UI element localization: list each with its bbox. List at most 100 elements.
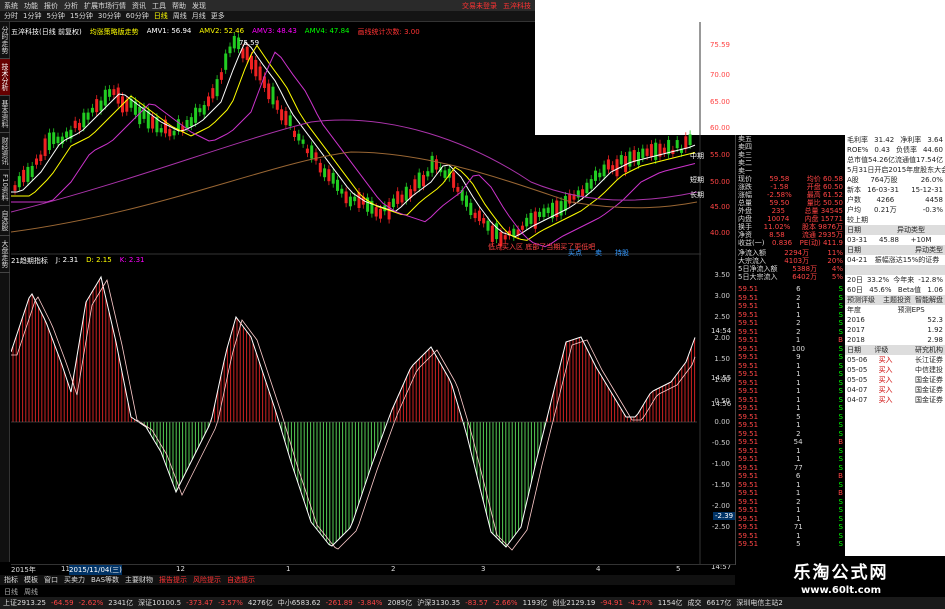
tick-volume: 1 — [796, 387, 801, 395]
time-label: 3 — [481, 565, 486, 573]
indicator-tick: 2.00 — [714, 334, 730, 342]
info-section-head[interactable]: 日期 异动类型 — [845, 225, 945, 235]
menu-item[interactable]: 功能 — [24, 1, 38, 11]
info-row: 新本 16-03-31 15-12-31 — [845, 185, 945, 195]
info-row: 5月31日开启2015年度股东大会 — [845, 165, 945, 175]
period-button[interactable]: 15分钟 — [70, 11, 93, 21]
status-item: -2.66% — [492, 599, 518, 607]
side-tab[interactable]: 大盘走势 — [0, 236, 10, 273]
period-toolbar: 分时 1分钟 5分钟 15分钟 30分钟 60分钟 日线 周线 月线 更多 — [0, 11, 535, 22]
tick-price: 59.51 — [738, 353, 759, 361]
candle-body — [477, 210, 481, 222]
candle-body — [404, 186, 408, 201]
info-section-head[interactable]: 预测评级 主题投资 智能解盘 — [845, 295, 945, 305]
kline-chart[interactable] — [11, 22, 701, 564]
info-head-cell: 主题投资 — [883, 296, 911, 304]
menu-item[interactable]: 扩展市场行情 — [84, 1, 126, 11]
quote-row: 涨幅 -2.58% 最高 61.52 — [736, 191, 845, 199]
price-tick: 40.00 — [709, 229, 730, 237]
info-cell: 振幅涨达15%的证券 — [874, 256, 940, 264]
period-button[interactable]: 1分钟 — [23, 11, 41, 21]
chart-subtitle: 均涨策略版走势 — [89, 28, 139, 36]
period-button[interactable]: 更多 — [211, 11, 225, 21]
bottom-tab[interactable]: 窗口 — [44, 575, 58, 585]
bottom-tab-alert[interactable]: 自选提示 — [227, 575, 255, 585]
candle-body — [305, 148, 309, 154]
bottom-tab[interactable]: 模板 — [24, 575, 38, 585]
info-section-head[interactable]: 日期 评级 研究机构 — [845, 345, 945, 355]
side-tab[interactable]: 技术分析 — [0, 59, 10, 96]
bottom-tab-alert[interactable]: 风险提示 — [193, 575, 221, 585]
tick-list[interactable]: 59.51 6 S 59.51 2 S 59.51 1 S 59.51 1 S 59.51 2 S 59.51… — [736, 285, 845, 549]
price-tick: 70.00 — [709, 71, 730, 79]
tick-price: 59.51 — [738, 378, 759, 387]
period-button[interactable]: 5分钟 — [46, 11, 64, 21]
menu-right-item[interactable]: 五淬科技 — [503, 1, 531, 11]
period-strip-item[interactable]: 周线 — [24, 587, 38, 597]
tick-price: 59.51 — [738, 438, 759, 446]
menu-item[interactable]: 系统 — [4, 1, 18, 11]
menu-item[interactable]: 帮助 — [172, 1, 186, 11]
candle-body — [490, 225, 494, 242]
candle-body — [602, 164, 606, 177]
side-tab[interactable]: 自选股 — [0, 206, 10, 236]
indicator-tick: 3.50 — [714, 271, 730, 279]
candle-body — [297, 133, 301, 141]
tick-volume: 1 — [796, 480, 801, 489]
info-section-head[interactable] — [845, 265, 945, 275]
tick-price: 59.51 — [738, 531, 759, 540]
info-section-row: 2017 1.92 — [845, 325, 945, 335]
bottom-tab[interactable]: 主要财物 — [125, 575, 153, 585]
chart-extra: 画线统计次数: 3.00 — [357, 28, 420, 36]
indicator-tick: 3.00 — [714, 292, 730, 300]
menu-item[interactable]: 工具 — [152, 1, 166, 11]
period-strip-item[interactable]: 日线 — [4, 587, 18, 597]
period-button[interactable]: 60分钟 — [126, 11, 149, 21]
bottom-tab-alert[interactable]: 报告提示 — [159, 575, 187, 585]
time-label: 1 — [286, 565, 291, 573]
info-cell: 44.60 — [922, 146, 943, 154]
candle-body — [78, 122, 81, 131]
info-cell: 买入 — [878, 366, 893, 374]
bottom-tab[interactable]: 买卖力 — [64, 575, 85, 585]
tick-row: 59.51 1 B — [736, 336, 845, 345]
menu-item[interactable]: 发现 — [192, 1, 206, 11]
side-tab[interactable]: F10资料 — [0, 170, 10, 206]
status-item: -4.27% — [627, 599, 653, 607]
info-cell: 04-07 — [847, 386, 868, 394]
candle-body — [417, 172, 421, 189]
tick-row: 59.51 1 S — [736, 362, 845, 371]
side-tab[interactable]: 财经资讯 — [0, 133, 10, 170]
candle-body — [17, 176, 21, 188]
period-button[interactable]: 分时 — [4, 11, 18, 21]
info-section-head[interactable]: 日期 异动类型 — [845, 245, 945, 255]
candle-body — [245, 46, 249, 61]
menu-item[interactable]: 分析 — [64, 1, 78, 11]
tick-side: S — [838, 378, 843, 387]
menu-right-item[interactable]: 交易未登录 — [462, 1, 497, 11]
bottom-tab[interactable]: 指标 — [4, 575, 18, 585]
tick-side: B — [838, 336, 843, 344]
candle-body — [469, 202, 473, 216]
candle-body — [563, 195, 567, 211]
bottom-tab[interactable]: BAS等数 — [91, 575, 119, 585]
info-section-row: 05-05 买入 国金证券 — [845, 375, 945, 385]
side-tab[interactable]: 分时走势 — [0, 22, 10, 59]
candle-body — [267, 83, 271, 100]
tick-volume: 1 — [796, 395, 801, 404]
period-button[interactable]: 日线 — [154, 11, 168, 21]
side-tab[interactable]: 基本资料 — [0, 96, 10, 133]
candle-body — [632, 150, 636, 163]
candle-body — [353, 196, 357, 202]
menu-item[interactable]: 资讯 — [132, 1, 146, 11]
tick-row: 59.51 1 S — [736, 396, 845, 405]
period-button[interactable]: 月线 — [192, 11, 206, 21]
period-button[interactable]: 周线 — [173, 11, 187, 21]
index-status-bar: 上证2913.25 -64.59 -2.62% 2341亿 深证10100.5 -373.… — [0, 597, 945, 609]
candle-body — [95, 99, 99, 113]
info-row: 户数 4266 4458 — [845, 195, 945, 205]
period-button[interactable]: 30分钟 — [98, 11, 121, 21]
menu-item[interactable]: 报价 — [44, 1, 58, 11]
candle-body — [645, 148, 649, 156]
candle-body — [396, 191, 400, 204]
